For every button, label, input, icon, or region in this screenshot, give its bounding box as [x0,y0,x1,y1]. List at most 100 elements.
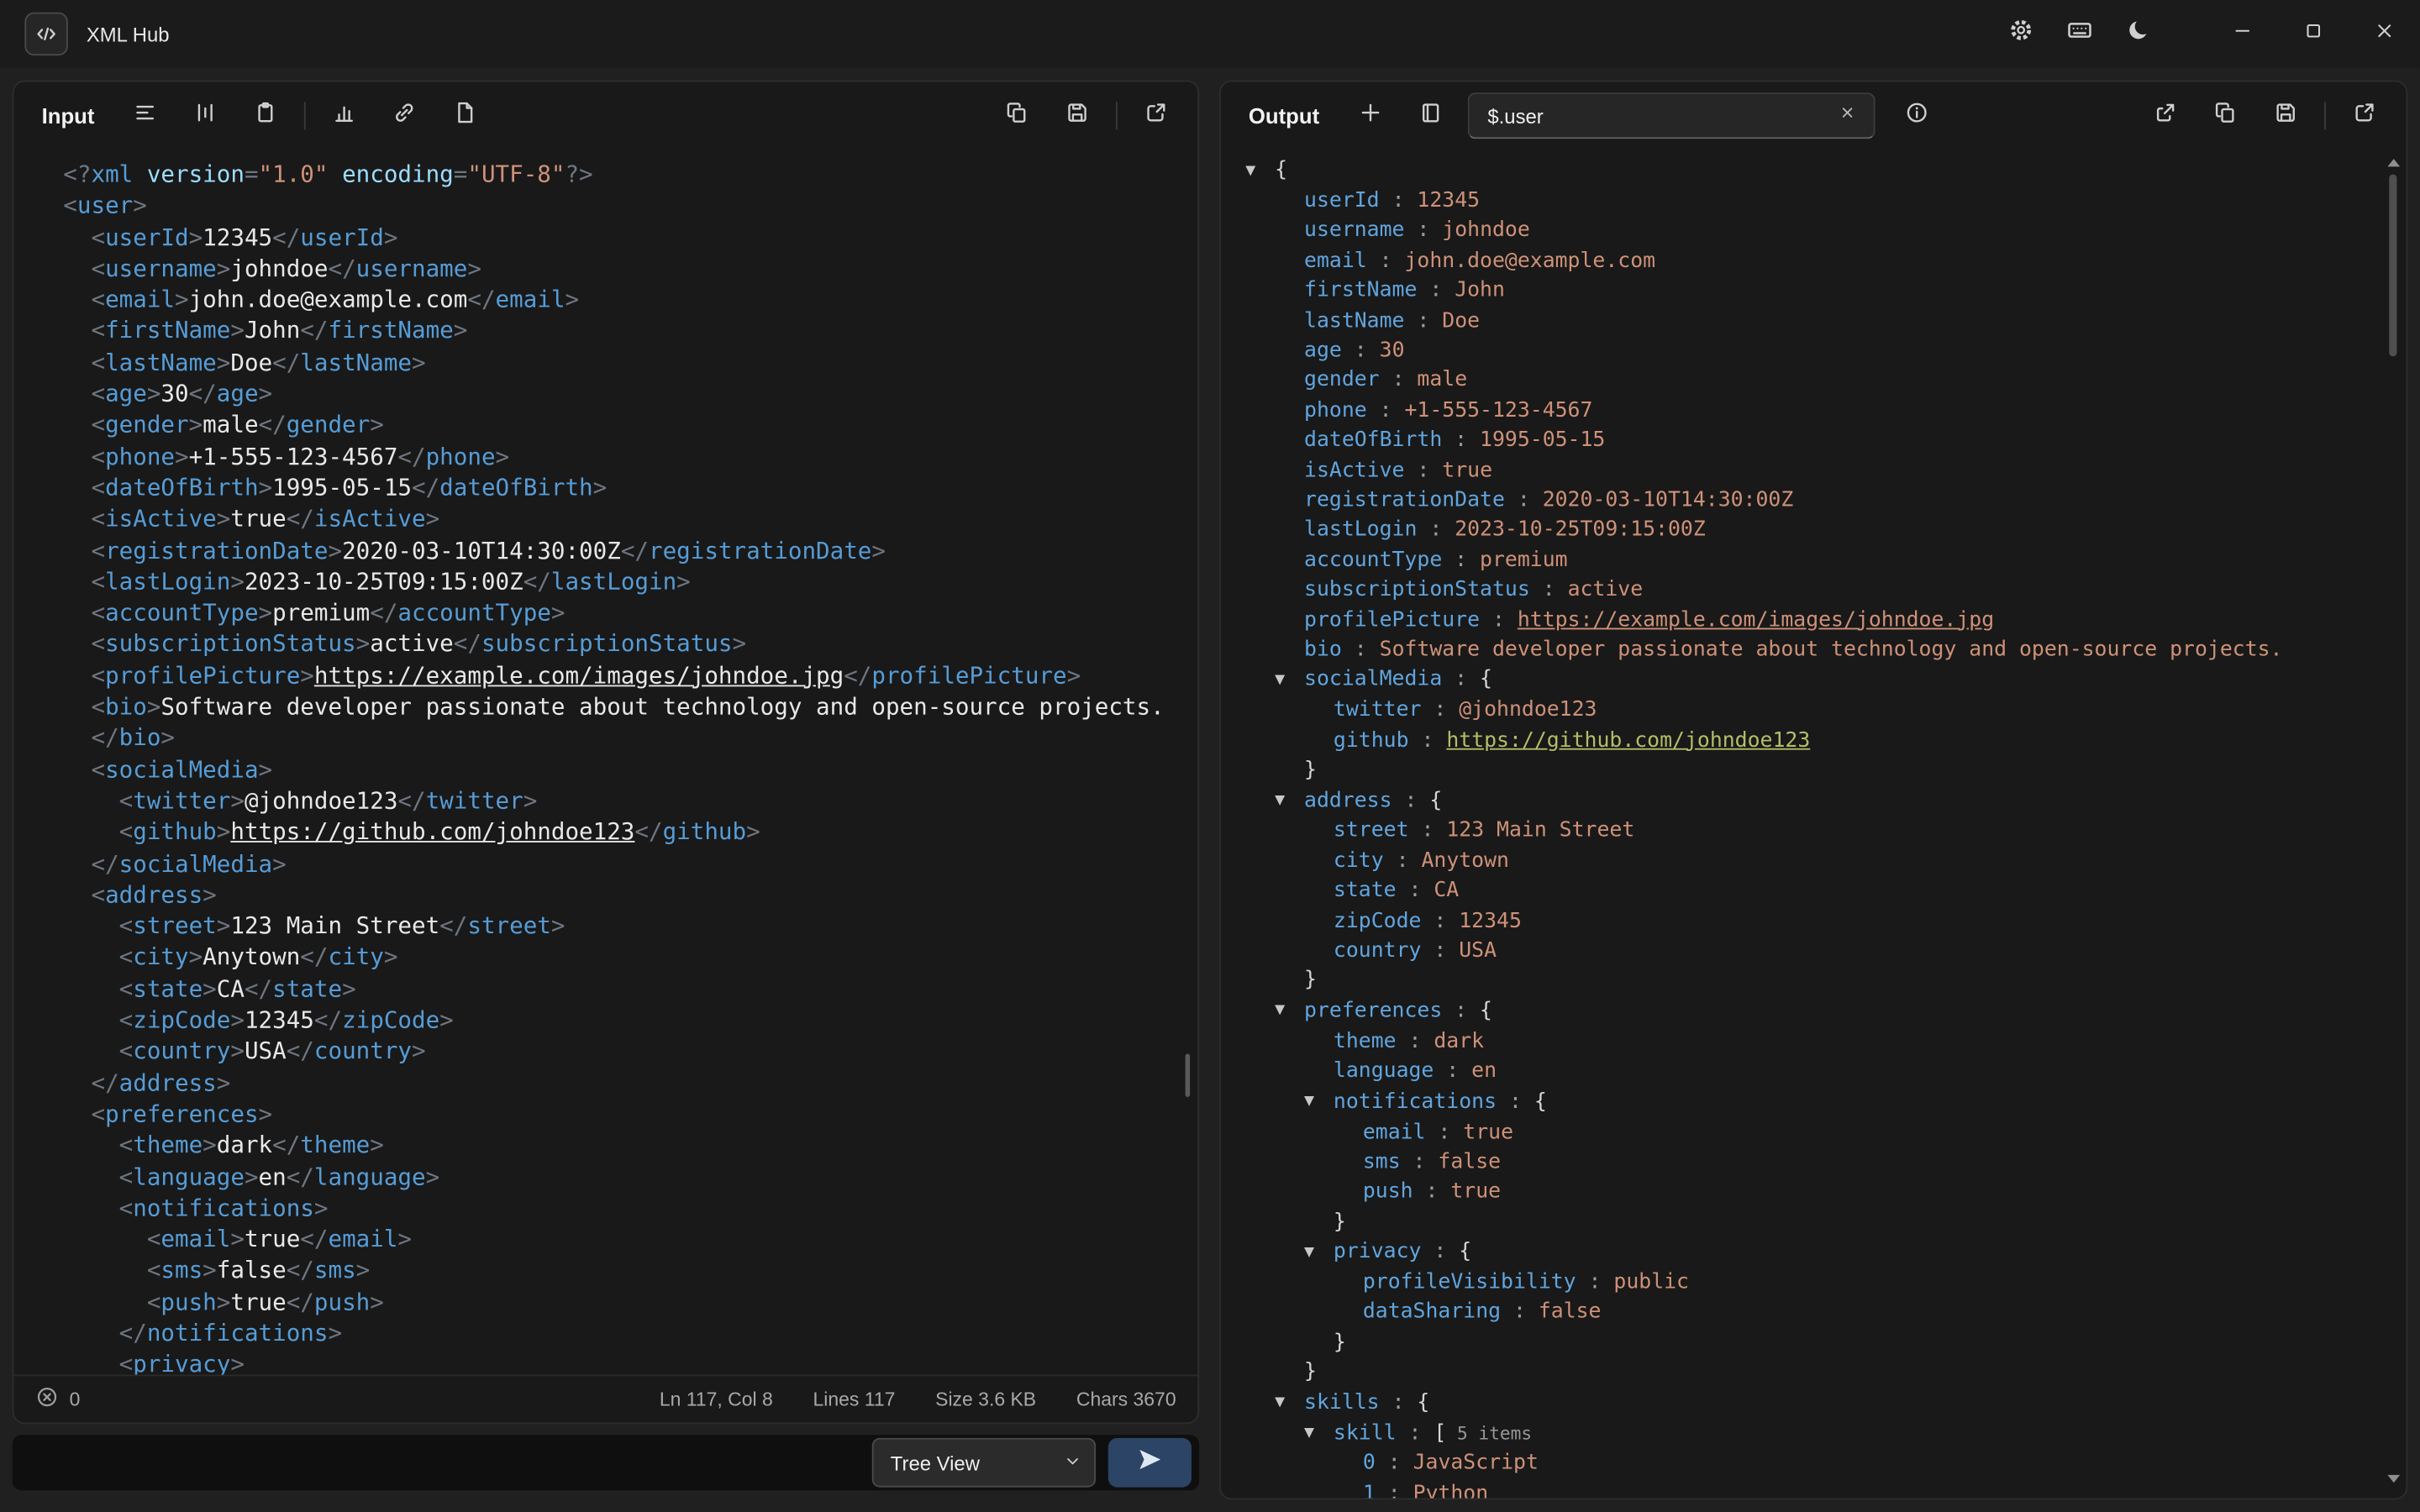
code-token [63,630,91,658]
code-token: </ [844,661,871,689]
code-token: > [272,849,287,877]
settings-button[interactable] [1991,0,2049,68]
code-line: <email>true</email> [63,1224,1197,1255]
code-token: false [217,1257,287,1284]
tree-key: address [1304,788,1392,812]
tree-line: profileVisibility : public [1221,1268,2407,1299]
code-token: > [203,974,217,1002]
tree-line: ▼notifications : { [1221,1087,2407,1118]
stats-button[interactable] [321,92,367,139]
collapse-arrow-icon[interactable]: ▼ [1275,1389,1304,1419]
code-token: country [314,1037,412,1065]
link-button[interactable] [381,92,428,139]
collapse-arrow-icon[interactable]: ▼ [1304,1238,1334,1268]
raw-view-button[interactable] [1407,92,1454,139]
json-tree[interactable]: ▼{userId : 12345username : johndoeemail … [1221,150,2407,1498]
code-token: < [91,380,105,407]
code-token: < [91,505,105,533]
code-line: <github>https://github.com/johndoe123</g… [63,816,1197,848]
tree-separator: : [1376,1481,1413,1498]
scroll-down-arrow-icon[interactable] [2387,1475,2400,1483]
fullscreen-input-button[interactable] [1133,92,1179,139]
keyboard-button[interactable] [2049,0,2108,68]
tree-line: email : john.doe@example.com [1221,246,2407,276]
tree-separator: : [1380,1389,1418,1414]
tree-url-link[interactable]: https://github.com/johndoe123 [1446,727,1810,752]
tree-line: accountType : premium [1221,546,2407,576]
tree-url-link[interactable]: https://example.com/images/johndoe.jpg [1518,607,1994,632]
code-token [63,849,91,877]
close-button[interactable] [2349,0,2420,68]
save-output-button[interactable] [2263,92,2309,139]
jsonpath-input[interactable] [1485,102,1830,129]
code-line: <street>123 Main Street</street> [63,911,1197,942]
xml-editor[interactable]: <?xml version="1.0" encoding="UTF-8"?><u… [14,150,1198,1374]
code-token: < [91,286,105,313]
code-token: </ [91,849,118,877]
theme-toggle-button[interactable] [2108,0,2167,68]
code-token: > [175,443,189,470]
code-token: < [119,818,134,846]
sample-file-button[interactable] [442,92,488,139]
maximize-button[interactable] [2278,0,2349,68]
code-token: lastLogin [105,568,230,596]
code-token: > [412,1037,426,1065]
code-line: <gender>male</gender> [63,409,1197,440]
minimize-button[interactable] [2207,0,2278,68]
collapse-arrow-icon[interactable]: ▼ [1275,997,1304,1027]
code-token: < [91,1100,105,1127]
expand-nodes-button[interactable] [1347,92,1393,139]
output-scrollbar-thumb[interactable] [2389,175,2396,357]
copy-output-button[interactable] [2202,92,2249,139]
fullscreen-output-button[interactable] [2341,92,2387,139]
input-column: Input [13,81,1199,1500]
code-token: email [328,1226,397,1253]
code-token: encoding [342,160,454,188]
share-output-button[interactable] [2142,92,2188,139]
save-input-button[interactable] [1054,92,1100,139]
collapse-arrow-icon[interactable]: ▼ [1245,156,1275,186]
toolbar-divider [2324,102,2326,129]
paste-button[interactable] [243,92,289,139]
code-token: > [259,755,273,783]
tree-line: } [1221,1328,2407,1358]
code-token [63,443,91,470]
convert-button[interactable] [1108,1438,1192,1488]
collapse-arrow-icon[interactable]: ▼ [1275,666,1304,696]
tree-separator: : [1576,1270,1614,1294]
code-token: </ [314,1006,342,1034]
minify-button[interactable] [182,92,229,139]
code-token [63,536,91,564]
code-token: sms [160,1257,203,1284]
code-token [63,223,91,251]
tree-key: registrationDate [1304,487,1505,512]
code-token: > [217,255,231,282]
code-token: < [91,443,105,470]
tree-brace: [ [1434,1420,1446,1445]
main-area: Input [0,68,2420,1512]
editor-scrollbar-thumb[interactable] [1186,1053,1191,1096]
copy-input-button[interactable] [994,92,1040,139]
tree-line: country : USA [1221,937,2407,967]
collapse-arrow-icon[interactable]: ▼ [1304,1420,1334,1450]
view-mode-select[interactable]: Tree View [872,1438,1096,1488]
code-url-link[interactable]: https://github.com/johndoe123 [230,818,634,846]
code-token: </ [467,286,495,313]
collapse-arrow-icon[interactable]: ▼ [1275,787,1304,817]
code-token: email [496,286,566,313]
tree-key: lastName [1304,307,1404,332]
query-info-button[interactable] [1893,92,1939,139]
collapse-arrow-icon[interactable]: ▼ [1304,1088,1334,1118]
format-button[interactable] [123,92,169,139]
tree-key: notifications [1334,1089,1497,1113]
code-token: < [91,536,105,564]
clear-search-button[interactable] [1830,99,1864,133]
code-token [63,1319,118,1347]
scroll-up-arrow-icon[interactable] [2387,159,2400,166]
code-token: > [147,693,161,721]
tree-line: } [1221,1358,2407,1389]
code-token: < [91,317,105,344]
code-token: < [119,1194,134,1221]
code-url-link[interactable]: https://example.com/images/johndoe.jpg [314,661,844,689]
output-scrollbar[interactable] [2386,156,2402,1486]
